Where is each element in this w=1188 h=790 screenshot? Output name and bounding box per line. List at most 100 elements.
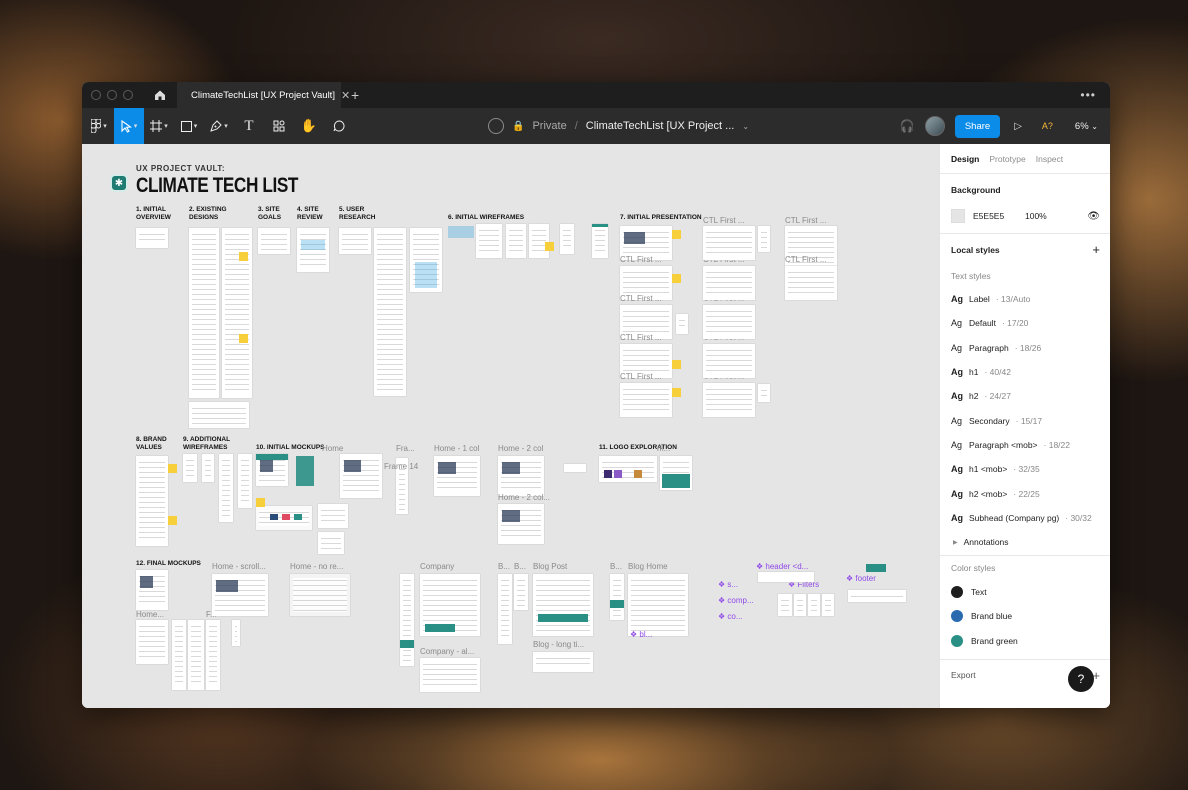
mockup-frame[interactable] [628,574,688,636]
design-frame[interactable] [758,384,770,402]
design-frame[interactable] [189,228,219,398]
mockup-frame[interactable] [172,620,186,690]
mockup-frame[interactable] [400,574,414,666]
mockup-frame[interactable] [318,532,344,554]
sticky-note[interactable] [239,252,248,261]
frame-label[interactable]: Home - scroll... [212,562,266,571]
text-style-item[interactable]: Ag Subhead (Company pg) · 30/32 [951,506,1100,530]
sticky-note[interactable] [672,230,681,239]
color-style-item[interactable]: Brand green [951,629,1100,659]
text-style-item[interactable]: Ag Default · 17/20 [951,311,1100,335]
text-style-item[interactable]: Ag h1 · 40/42 [951,360,1100,384]
mockup-frame[interactable] [498,456,544,496]
design-frame[interactable] [339,228,371,254]
slide-frame[interactable] [703,266,755,300]
accessibility-check-button[interactable]: A? [1042,121,1053,131]
component-frame[interactable] [758,572,814,582]
resources-tool[interactable] [264,108,294,144]
frame-label[interactable]: Home... [136,610,164,619]
text-style-item[interactable]: Ag h1 <mob> · 32/35 [951,457,1100,481]
sticky-note[interactable] [672,388,681,397]
background-hex[interactable]: E5E5E5 [973,211,1017,221]
slide-frame[interactable] [620,383,672,417]
text-style-item[interactable]: Ag h2 <mob> · 22/25 [951,481,1100,505]
slide-frame[interactable] [703,383,755,417]
mockup-frame[interactable] [610,574,624,620]
frame-label[interactable]: B... [610,562,622,571]
team-avatar-icon[interactable] [488,118,504,134]
design-frame[interactable] [219,454,233,522]
component-label[interactable]: ❖ bl... [630,630,652,639]
frame-label[interactable]: Blog - long ti... [533,640,584,649]
design-frame[interactable] [136,456,168,546]
annotations-group[interactable]: ▶ Annotations [951,530,1100,555]
slide-frame[interactable] [703,226,755,260]
frame-label[interactable]: CTL First ... [620,333,661,342]
frame-label[interactable]: CTL First ... [620,255,661,264]
text-tool[interactable]: T [234,108,264,144]
mockup-frame[interactable] [420,658,480,692]
headphones-icon[interactable]: 🎧 [900,119,915,133]
mockup-frame[interactable] [340,454,382,498]
frame-label[interactable]: CTL First ... [620,372,661,381]
plus-icon[interactable]: + [1092,242,1100,257]
sticky-note[interactable] [168,464,177,473]
file-tab[interactable]: ClimateTechList [UX Project Vault] ✕ [177,82,350,108]
component-frame[interactable] [778,594,792,616]
design-frame[interactable] [374,228,406,396]
design-frame[interactable] [506,224,526,258]
chevron-down-icon[interactable]: ⌄ [742,122,749,131]
frame-tool[interactable]: ▾ [144,108,174,144]
component-frame[interactable] [822,594,834,616]
component-label[interactable]: ❖ co... [718,612,743,621]
sticky-note[interactable] [545,242,554,251]
main-menu-button[interactable]: ▾ [84,108,114,144]
color-style-item[interactable]: Brand blue [951,604,1100,628]
logo-frame[interactable] [599,456,657,482]
design-frame[interactable] [189,402,249,428]
component-label[interactable]: ❖ s... [718,580,738,589]
slide-frame[interactable] [703,305,755,339]
frame-label[interactable]: m... [657,444,670,453]
mockup-frame[interactable] [206,620,220,690]
logo-frame[interactable] [564,464,586,472]
zoom-dropdown[interactable]: 6% ⌄ [1075,121,1098,132]
frame-label[interactable]: CTL First ... [620,294,661,303]
component-frame[interactable] [848,590,906,602]
frame-label[interactable]: Home - 2 col... [498,493,550,502]
design-frame[interactable] [758,226,770,252]
frame-label[interactable]: CTL First ... [785,255,826,264]
design-frame[interactable] [202,454,214,482]
frame-label[interactable]: Company [420,562,454,571]
text-style-item[interactable]: Ag h2 · 24/27 [951,384,1100,408]
pen-tool[interactable]: ▾ [204,108,234,144]
design-frame[interactable] [676,314,688,334]
more-options-icon[interactable]: ••• [1080,88,1096,102]
design-frame[interactable] [592,224,608,258]
design-frame[interactable] [258,228,290,254]
mockup-frame[interactable] [212,574,268,616]
frame-label[interactable]: Frame 14 [384,462,418,471]
component-label[interactable]: ❖ header <d... [756,562,808,571]
move-tool[interactable]: ▾ [114,108,144,144]
tab-prototype[interactable]: Prototype [989,154,1025,164]
sticky-note[interactable] [672,274,681,283]
home-button[interactable] [147,82,173,108]
frame-label[interactable]: Home - 2 col [498,444,543,453]
frame-label[interactable]: Fra... [396,444,415,453]
share-button[interactable]: Share [954,114,1001,138]
component-label[interactable]: ❖ comp... [718,596,754,605]
user-avatar[interactable] [924,116,945,136]
component-label[interactable]: ❖ footer [846,574,876,583]
text-style-item[interactable]: Ag Secondary · 15/17 [951,408,1100,432]
frame-label[interactable]: Blog Home [628,562,668,571]
mockup-frame[interactable] [318,504,348,528]
mockup-frame[interactable] [136,620,168,664]
mockup-frame[interactable] [514,574,528,610]
tab-inspect[interactable]: Inspect [1036,154,1063,164]
design-frame[interactable] [297,228,329,272]
text-style-item[interactable]: Ag Label · 13/Auto [951,287,1100,311]
minimize-window-button[interactable] [107,90,117,100]
slide-frame[interactable] [703,344,755,378]
sticky-note[interactable] [168,516,177,525]
